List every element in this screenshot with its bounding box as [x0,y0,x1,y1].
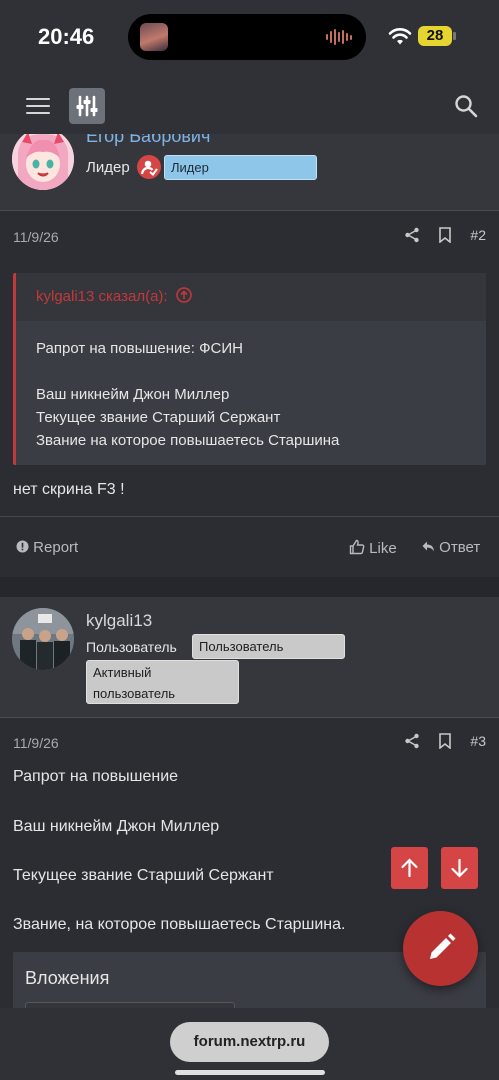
arrow-up-icon [401,858,418,878]
post-actions: Report Like Ответ [0,516,499,577]
wifi-icon [388,28,412,45]
like-label: Like [369,540,397,557]
post-author-block: Егор Бабрович Лидер Лидер [0,134,499,210]
user-badge: Активный пользователь [86,660,239,704]
attachments-title: Вложения [25,968,110,988]
like-button[interactable]: Like [349,539,397,557]
post-line: Ваш никнейм Джон Миллер [13,818,220,835]
quote-body: Рапрот на повышение: ФСИН Ваш никнейм Дж… [16,321,486,468]
scroll-up-button[interactable] [391,847,428,889]
post-number[interactable]: #3 [470,733,486,749]
quote-author[interactable]: kylgali13 сказал(а): [36,288,168,305]
scroll-down-button[interactable] [441,847,478,889]
battery-level: 28 [426,27,444,44]
user-role: Лидер [86,159,130,176]
browser-bottom-bar: forum.nextrp.ru [0,1008,499,1080]
alert-icon [16,540,29,553]
leader-icon [137,155,161,179]
pencil-icon [430,933,456,959]
quote-line: Звание на которое повышаетесь Старшина [36,432,340,449]
status-time: 20:46 [38,24,95,49]
forum-header [0,72,499,134]
reply-label: Ответ [439,539,481,556]
post-number[interactable]: #2 [470,227,486,243]
share-icon[interactable] [404,227,420,243]
status-bar: 20:46 28 [0,0,499,72]
quote-line: Ваш никнейм Джон Миллер [36,386,230,403]
post-username[interactable]: kylgali13 [86,611,152,631]
quote-block: kylgali13 сказал(а): Рапрот на повышение… [13,273,486,465]
arrow-down-icon [451,858,468,878]
user-badge: Пользователь [192,634,345,659]
home-indicator[interactable] [175,1070,325,1075]
bookmark-icon[interactable] [438,733,452,749]
dynamic-island[interactable] [128,14,366,60]
report-label: Report [33,539,79,556]
share-icon[interactable] [404,733,420,749]
user-badge: Лидер [164,155,317,180]
post-meta-actions: #2 [404,227,486,243]
url-bar[interactable]: forum.nextrp.ru [170,1022,329,1062]
thumbs-up-icon [349,539,365,555]
battery-tip [453,32,456,40]
quote-line: Текущее звание Старший Сержант [36,409,281,426]
bookmark-icon[interactable] [438,227,452,243]
post-author-block: kylgali13 Пользователь Пользователь Акти… [0,597,499,717]
post-date[interactable]: 11/9/26 [13,735,59,751]
post-gap [0,577,499,597]
post-message: нет скрина F3 ! [13,481,125,498]
sliders-icon[interactable] [69,88,105,124]
reply-icon [422,541,434,552]
post-meta-actions: #3 [404,733,486,749]
quote-line [36,360,466,383]
post-line: Звание, на которое повышаетесь Старшина. [13,916,346,933]
media-thumbnail [140,23,168,51]
post-line: Рапрот на повышение [13,768,179,785]
battery-icon: 28 [418,26,452,46]
user-role: Пользователь [86,639,177,655]
avatar[interactable] [12,134,74,190]
search-icon[interactable] [454,94,478,118]
post-date[interactable]: 11/9/26 [13,229,59,245]
hamburger-icon[interactable] [26,98,50,116]
avatar[interactable] [12,608,74,670]
audio-wave-icon [326,28,352,46]
report-button[interactable]: Report [16,539,78,556]
arrow-up-circle-icon[interactable] [175,287,192,303]
quote-line: Рапрот на повышение: ФСИН [36,340,243,357]
reply-button[interactable]: Ответ [421,539,480,556]
post-line: Текущее звание Старший Сержант [13,867,274,884]
post-2: 11/9/26 #2 kylgali13 сказал(а): Рапрот н… [0,211,499,577]
compose-button[interactable] [403,911,478,986]
quote-header[interactable]: kylgali13 сказал(а): [16,273,486,321]
post-username[interactable]: Егор Бабрович [86,134,210,147]
